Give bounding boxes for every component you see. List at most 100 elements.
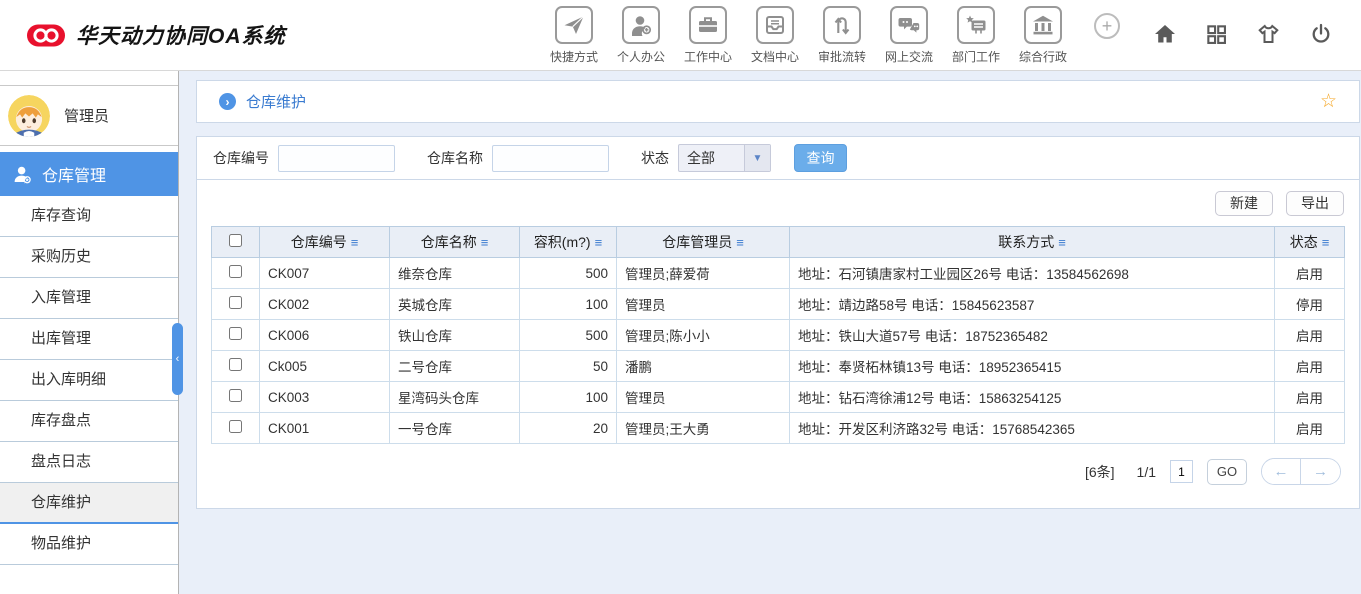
table-header-row: 仓库编号≡ 仓库名称≡ 容积(m?)≡ 仓库管理员≡ 联系方式≡ 状态≡ — [212, 227, 1345, 258]
col-header-contact[interactable]: 联系方式≡ — [790, 227, 1275, 258]
flow-arrows-icon — [823, 6, 861, 44]
page-info: 1/1 — [1137, 464, 1156, 480]
warehouse-name-label: 仓库名称 — [427, 148, 483, 168]
nav-label: 网上交流 — [885, 48, 933, 65]
select-all-checkbox[interactable] — [229, 234, 242, 247]
chat-bubbles-icon — [890, 6, 928, 44]
collapse-chevron-icon: ‹ — [176, 353, 180, 365]
sidebar-item-check-log[interactable]: 盘点日志 — [0, 442, 178, 483]
status-select[interactable]: 全部 ▼ — [678, 144, 771, 172]
nav-item-department-work[interactable]: 部门工作 — [950, 6, 1002, 65]
favorite-star-icon[interactable]: ☆ — [1320, 90, 1337, 113]
warehouse-name-input[interactable] — [492, 145, 609, 172]
nav-item-shortcuts[interactable]: 快捷方式 — [548, 6, 600, 65]
page-input[interactable] — [1170, 460, 1193, 483]
nav-item-general-admin[interactable]: 综合行政 — [1017, 6, 1069, 65]
header-right-icons — [1153, 22, 1333, 46]
row-checkbox[interactable] — [229, 389, 242, 402]
row-checkbox[interactable] — [229, 327, 242, 340]
new-button[interactable]: 新建 — [1215, 191, 1273, 216]
nav-item-personal-office[interactable]: 个人办公 — [615, 6, 667, 65]
column-menu-icon[interactable]: ≡ — [351, 235, 359, 250]
briefcase-icon — [689, 6, 727, 44]
nav-label: 审批流转 — [818, 48, 866, 65]
column-menu-icon[interactable]: ≡ — [595, 235, 603, 250]
warehouse-code-input[interactable] — [278, 145, 395, 172]
arrow-right-icon: → — [1313, 463, 1328, 480]
col-header-status[interactable]: 状态≡ — [1275, 227, 1345, 258]
prev-page-button[interactable]: ← — [1262, 459, 1301, 484]
chevron-down-icon: ▼ — [744, 145, 770, 171]
infinity-logo-icon — [26, 23, 66, 48]
search-bar: 仓库编号 仓库名称 状态 全部 ▼ 查询 — [197, 137, 1359, 180]
table-row[interactable]: CK001 一号仓库 20 管理员;王大勇 地址：开发区利济路32号 电话：15… — [212, 413, 1345, 444]
status-select-value: 全部 — [679, 148, 744, 168]
col-header-code[interactable]: 仓库编号≡ — [260, 227, 390, 258]
table-row[interactable]: CK002 英城仓库 100 管理员 地址：靖边路58号 电话：15845623… — [212, 289, 1345, 320]
status-badge: 启用 — [1275, 413, 1345, 444]
breadcrumb: › 仓库维护 ☆ — [196, 80, 1360, 123]
sidebar-item-inventory-query[interactable]: 库存查询 — [0, 196, 178, 237]
column-menu-icon[interactable]: ≡ — [1058, 235, 1066, 250]
grid-icon[interactable] — [1205, 23, 1228, 46]
top-header: 华天动力协同OA系统 快捷方式 个人办公 工作中心 — [0, 0, 1361, 71]
table-row[interactable]: Ck005 二号仓库 50 潘鹏 地址：奉贤柘林镇13号 电话：18952365… — [212, 351, 1345, 382]
search-button[interactable]: 查询 — [794, 144, 847, 172]
status-label: 状态 — [641, 148, 669, 168]
row-checkbox[interactable] — [229, 296, 242, 309]
avatar[interactable] — [8, 95, 50, 137]
column-menu-icon[interactable]: ≡ — [481, 235, 489, 250]
sidebar-item-item-maintenance[interactable]: 物品维护 — [0, 524, 178, 565]
user-card: 管理员 — [0, 85, 178, 146]
page-title[interactable]: 仓库维护 — [246, 91, 306, 112]
table-row[interactable]: CK007 维奈仓库 500 管理员;薛爱荷 地址：石河镇唐家村工业园区26号 … — [212, 258, 1345, 289]
toolbar: 新建 导出 — [197, 180, 1359, 226]
table-row[interactable]: CK006 铁山仓库 500 管理员;陈小小 地址：铁山大道57号 电话：187… — [212, 320, 1345, 351]
sidebar-item-stock-check[interactable]: 库存盘点 — [0, 401, 178, 442]
sidebar-item-inout-detail[interactable]: 出入库明细 — [0, 360, 178, 401]
nav-item-approval-flow[interactable]: 审批流转 — [816, 6, 868, 65]
pager-arrows: ← → — [1261, 458, 1341, 485]
sidebar-group-warehouse[interactable]: 仓库管理 — [0, 152, 178, 196]
app-window: 华天动力协同OA系统 快捷方式 个人办公 工作中心 — [0, 0, 1361, 594]
row-checkbox[interactable] — [229, 420, 242, 433]
export-button[interactable]: 导出 — [1286, 191, 1344, 216]
person-add-icon — [622, 6, 660, 44]
status-badge: 启用 — [1275, 320, 1345, 351]
paper-plane-icon — [555, 6, 593, 44]
row-checkbox[interactable] — [229, 265, 242, 278]
nav-item-document-center[interactable]: 文档中心 — [749, 6, 801, 65]
sidebar-menu: 库存查询 采购历史 入库管理 出库管理 出入库明细 库存盘点 盘点日志 仓库维护… — [0, 196, 178, 565]
col-header-manager[interactable]: 仓库管理员≡ — [617, 227, 790, 258]
column-menu-icon[interactable]: ≡ — [736, 235, 744, 250]
sidebar-item-inbound-management[interactable]: 入库管理 — [0, 278, 178, 319]
home-icon[interactable] — [1153, 22, 1177, 46]
sidebar-item-outbound-management[interactable]: 出库管理 — [0, 319, 178, 360]
nav-item-online-communication[interactable]: 网上交流 — [883, 6, 935, 65]
arrow-left-icon: ← — [1274, 463, 1289, 480]
row-checkbox[interactable] — [229, 358, 242, 371]
board-star-icon — [957, 6, 995, 44]
sidebar-item-purchase-history[interactable]: 采购历史 — [0, 237, 178, 278]
column-menu-icon[interactable]: ≡ — [1322, 235, 1330, 250]
col-header-name[interactable]: 仓库名称≡ — [390, 227, 520, 258]
sidebar-item-warehouse-maintenance[interactable]: 仓库维护 — [0, 483, 178, 524]
bank-icon — [1024, 6, 1062, 44]
table-row[interactable]: CK003 星湾码头仓库 100 管理员 地址：钻石湾徐浦12号 电话：1586… — [212, 382, 1345, 413]
nav-label: 快捷方式 — [550, 48, 598, 65]
next-page-button[interactable]: → — [1301, 459, 1340, 484]
nav-item-work-center[interactable]: 工作中心 — [682, 6, 734, 65]
breadcrumb-arrow-icon: › — [219, 93, 236, 110]
nav-label: 工作中心 — [684, 48, 732, 65]
add-module-button[interactable]: + — [1094, 13, 1120, 39]
sidebar-collapse-handle[interactable]: ‹ — [172, 323, 183, 395]
power-icon[interactable] — [1309, 22, 1333, 46]
status-badge: 停用 — [1275, 289, 1345, 320]
go-button[interactable]: GO — [1207, 459, 1247, 485]
app-logo[interactable]: 华天动力协同OA系统 — [0, 20, 420, 50]
body: 管理员 仓库管理 库存查询 采购历史 入库管理 出库管理 出入库明细 库存盘点 … — [0, 71, 1361, 594]
col-header-capacity[interactable]: 容积(m?)≡ — [520, 227, 617, 258]
user-name: 管理员 — [64, 105, 109, 126]
pagination: [6条] 1/1 GO ← → — [197, 458, 1341, 485]
shirt-icon[interactable] — [1256, 22, 1281, 46]
